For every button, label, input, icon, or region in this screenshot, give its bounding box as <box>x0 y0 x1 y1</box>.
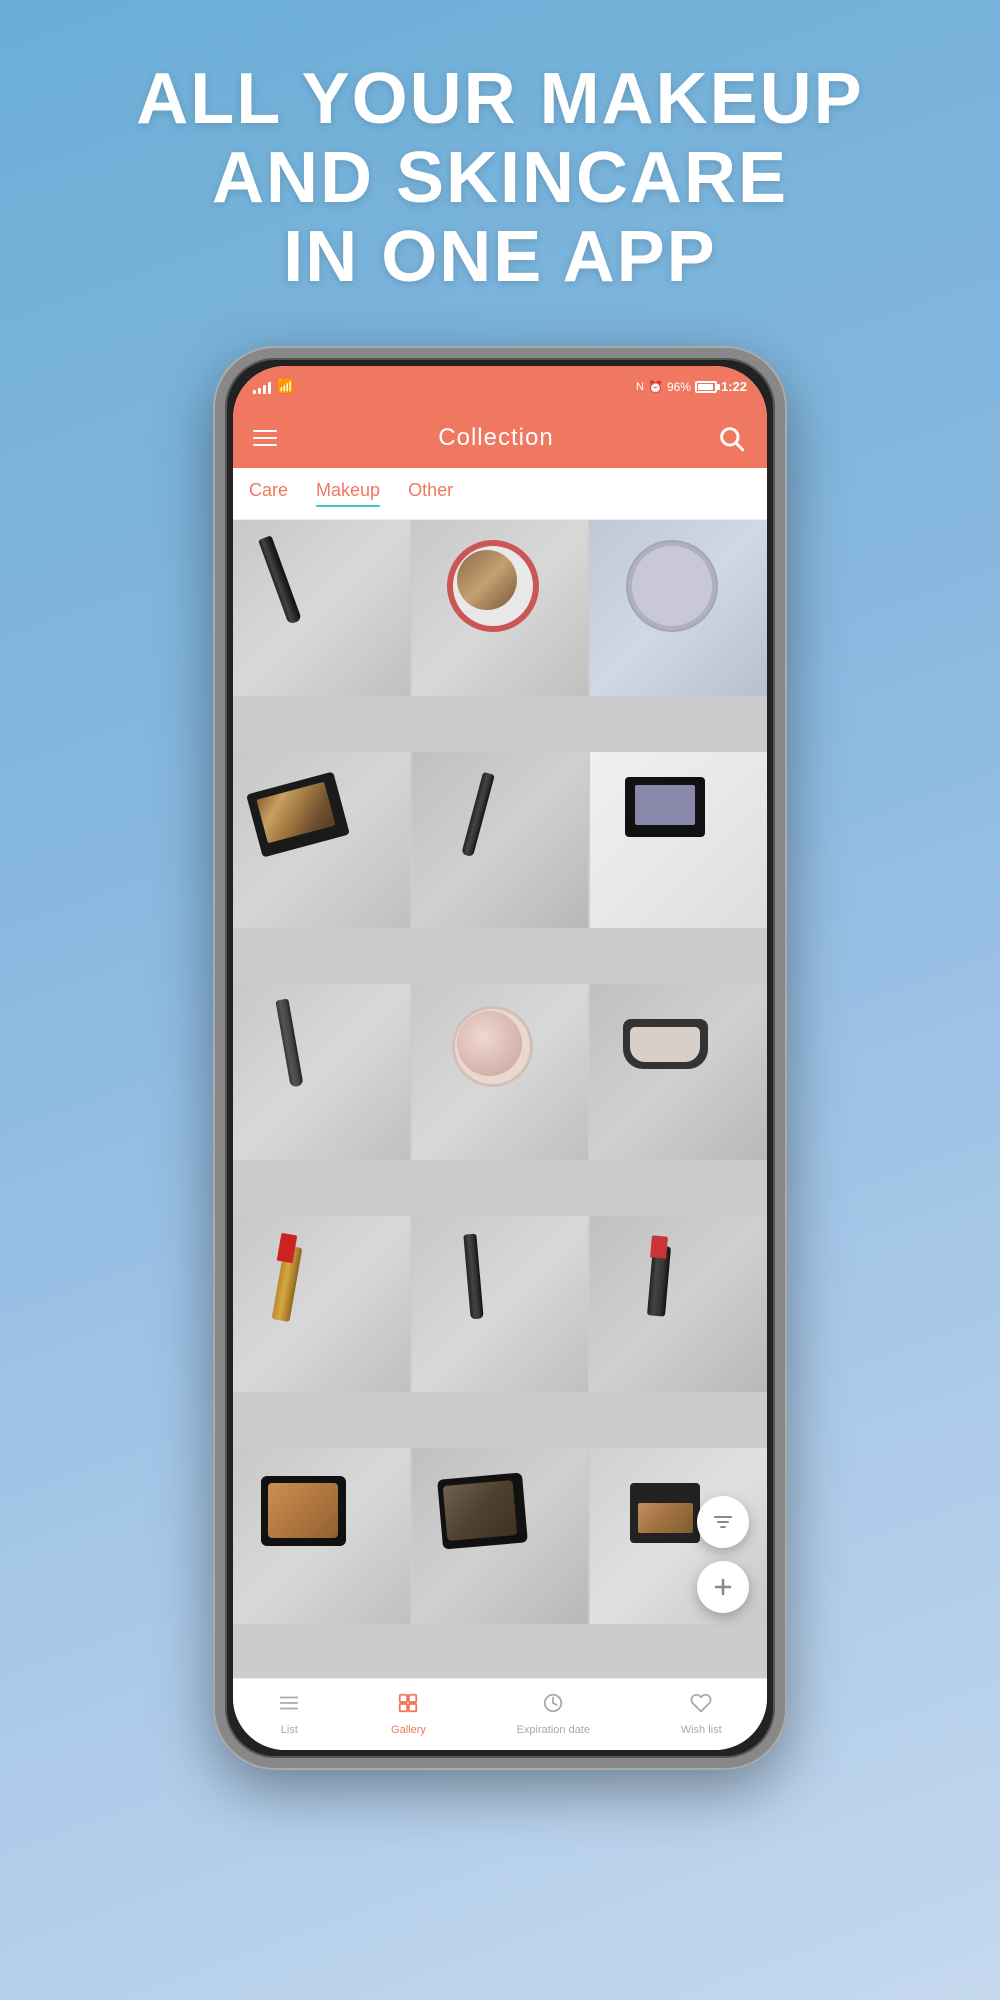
product-item[interactable] <box>233 1448 410 1625</box>
tab-other[interactable]: Other <box>408 480 453 507</box>
product-item[interactable] <box>233 752 410 929</box>
product-item[interactable] <box>412 520 589 697</box>
hero-text: ALL YOUR MAKEUP AND SKINCARE IN ONE APP <box>40 60 960 298</box>
nav-wishlist[interactable]: Wish list <box>669 1688 734 1740</box>
wifi-icon: 📶 <box>277 378 294 395</box>
battery-icon <box>695 381 717 393</box>
nfc-icon: N <box>636 381 644 393</box>
search-button[interactable] <box>715 422 747 454</box>
battery-percent: 96% <box>667 380 691 394</box>
phone-mockup: 📶 N ⏰ 96% 1:22 Collection <box>215 348 785 1768</box>
app-header: Collection <box>233 408 767 468</box>
status-bar: 📶 N ⏰ 96% 1:22 <box>233 366 767 408</box>
product-item[interactable] <box>233 984 410 1161</box>
status-left: 📶 <box>253 378 294 395</box>
add-fab-button[interactable] <box>697 1561 749 1613</box>
product-item[interactable] <box>412 752 589 929</box>
time-display: 1:22 <box>721 379 747 394</box>
product-item[interactable] <box>590 1216 767 1393</box>
nav-wishlist-label: Wish list <box>681 1724 722 1736</box>
menu-button[interactable] <box>253 430 277 446</box>
tab-makeup[interactable]: Makeup <box>316 480 380 507</box>
product-item[interactable] <box>233 1216 410 1393</box>
nav-expiration-label: Expiration date <box>517 1724 590 1736</box>
nav-gallery[interactable]: Gallery <box>379 1688 438 1740</box>
product-item[interactable] <box>412 984 589 1161</box>
filter-fab-button[interactable] <box>697 1496 749 1548</box>
tabs-bar: Care Makeup Other <box>233 468 767 520</box>
product-item[interactable] <box>590 984 767 1161</box>
grid-scroll-area <box>233 520 767 1678</box>
hero-line2: AND SKINCARE <box>40 139 960 218</box>
nav-expiration[interactable]: Expiration date <box>505 1688 602 1740</box>
hero-line1: ALL YOUR MAKEUP <box>40 60 960 139</box>
alarm-icon: ⏰ <box>648 380 663 394</box>
bottom-navigation: List Gallery <box>233 1678 767 1750</box>
product-item[interactable] <box>233 520 410 697</box>
nav-list[interactable]: List <box>266 1688 312 1740</box>
status-right: N ⏰ 96% 1:22 <box>636 379 747 394</box>
product-grid <box>233 520 767 1678</box>
signal-icon <box>253 380 271 394</box>
phone-screen: 📶 N ⏰ 96% 1:22 Collection <box>233 366 767 1750</box>
gallery-icon <box>397 1692 419 1720</box>
heart-icon <box>690 1692 712 1720</box>
nav-list-label: List <box>281 1724 298 1736</box>
hero-section: ALL YOUR MAKEUP AND SKINCARE IN ONE APP <box>0 0 1000 348</box>
product-item[interactable] <box>412 1448 589 1625</box>
nav-gallery-label: Gallery <box>391 1724 426 1736</box>
phone-frame: 📶 N ⏰ 96% 1:22 Collection <box>215 348 785 1768</box>
header-title: Collection <box>438 424 553 452</box>
hero-line3: IN ONE APP <box>40 218 960 297</box>
product-item[interactable] <box>412 1216 589 1393</box>
tab-care[interactable]: Care <box>249 480 288 507</box>
product-item[interactable] <box>590 520 767 697</box>
list-icon <box>278 1692 300 1720</box>
clock-icon <box>542 1692 564 1720</box>
product-item[interactable] <box>590 752 767 929</box>
